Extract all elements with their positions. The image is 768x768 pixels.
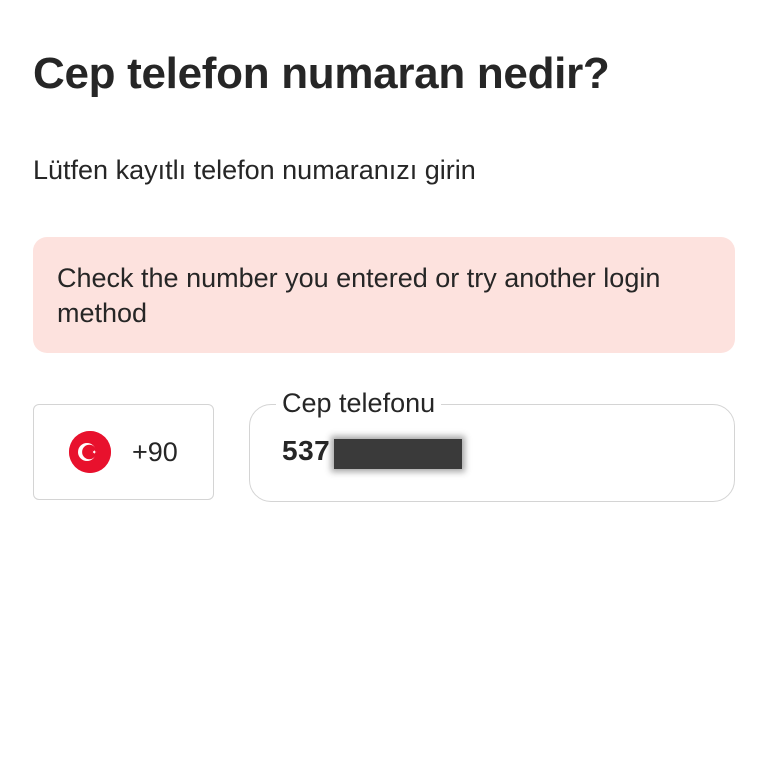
phone-number-field[interactable]: Cep telefonu 537 [249,387,735,502]
phone-number-value[interactable]: 537 [282,435,330,467]
phone-field-label: Cep telefonu [276,387,442,419]
redacted-digits [334,439,462,469]
page-title: Cep telefon numaran nedir? [33,49,610,98]
country-code-selector[interactable]: +90 [33,404,214,500]
error-message: Check the number you entered or try anot… [57,263,661,328]
page-subtitle: Lütfen kayıtlı telefon numaranızı girin [33,155,476,185]
dial-code: +90 [132,436,178,467]
turkey-flag-icon [69,431,111,473]
error-alert: Check the number you entered or try anot… [33,237,735,353]
